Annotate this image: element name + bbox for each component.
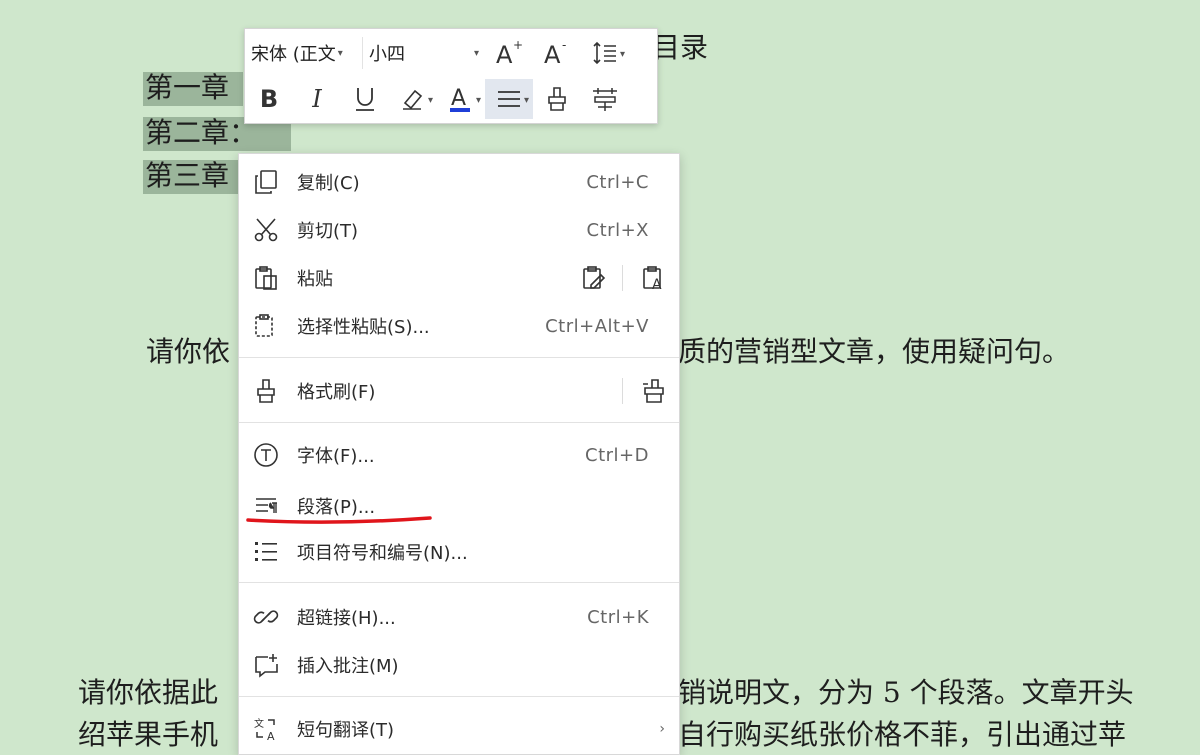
link-icon <box>251 602 281 632</box>
menu-item-cut[interactable]: 剪切(T) Ctrl+X <box>239 207 679 253</box>
font-icon <box>251 440 281 470</box>
font-size-select[interactable]: 小四 ▾ <box>363 37 485 69</box>
menu-item-shortcut: Ctrl+Alt+V <box>545 315 649 337</box>
line-spacing-button[interactable]: ▾ <box>581 33 629 73</box>
svg-text:A: A <box>451 86 466 111</box>
chapter-line-3: 第三章 <box>143 160 243 194</box>
menu-item-label: 超链接(H)... <box>297 608 396 629</box>
menu-separator <box>239 582 679 583</box>
align-justify-icon <box>498 91 520 107</box>
comment-icon <box>251 650 281 680</box>
menu-item-label: 插入批注(M) <box>297 656 399 677</box>
svg-text:+: + <box>513 39 523 52</box>
paste-icon <box>251 263 281 293</box>
font-name-value: 宋体 (正文 <box>251 44 336 65</box>
menu-item-insert-comment[interactable]: 插入批注(M) <box>239 642 679 688</box>
font-color-icon: A <box>450 86 470 112</box>
increase-font-button[interactable]: A + <box>485 33 533 73</box>
menu-item-label: 短句翻译(T) <box>297 720 395 741</box>
menu-item-label: 字体(F)... <box>297 446 375 467</box>
menu-item-shortcut: Ctrl+D <box>585 444 649 466</box>
menu-item-shortcut: Ctrl+K <box>587 606 649 628</box>
menu-item-format-painter[interactable]: 格式刷(F) <box>239 368 679 414</box>
format-painter-icon <box>548 87 566 111</box>
font-name-select[interactable]: 宋体 (正文 ▾ <box>251 37 363 69</box>
menu-item-label: 格式刷(F) <box>297 382 376 403</box>
paste-special-icon <box>251 311 281 341</box>
svg-text:A: A <box>652 277 662 291</box>
mini-format-toolbar: 宋体 (正文 ▾ 小四 ▾ A + A- ▾ B I ▾ A ▾ ▾ <box>244 28 658 124</box>
context-menu: 复制(C) Ctrl+C 剪切(T) Ctrl+X 粘贴 A 选择性粘贴(S).… <box>238 153 680 755</box>
decrease-font-icon: A- <box>544 39 566 67</box>
chevron-down-icon: ▾ <box>523 95 529 106</box>
paragraph-2-start: 请你依据此 <box>78 676 219 709</box>
format-brush-icon <box>251 376 281 406</box>
red-annotation-underline <box>246 516 432 524</box>
menu-separator <box>239 696 679 697</box>
paragraph-3-end: 自行购买纸张价格不菲，引出通过苹 <box>678 718 1127 751</box>
font-color-button[interactable]: A ▾ <box>437 79 485 119</box>
chevron-down-icon: ▾ <box>619 49 625 60</box>
align-button[interactable]: ▾ <box>485 79 533 119</box>
increase-font-icon: A + <box>496 39 523 67</box>
bold-button[interactable]: B <box>245 79 293 119</box>
highlight-icon <box>403 89 423 110</box>
menu-item-shortcut: Ctrl+X <box>586 219 649 241</box>
format-painter-button[interactable] <box>533 79 581 119</box>
phonetic-guide-icon <box>593 88 617 111</box>
paste-text-only-icon[interactable]: A <box>638 262 670 294</box>
menu-item-label: 项目符号和编号(N)... <box>297 543 468 564</box>
svg-text:A: A <box>496 41 513 67</box>
svg-text:-: - <box>562 39 566 52</box>
menu-item-font[interactable]: 字体(F)... Ctrl+D <box>239 432 679 478</box>
menu-item-paste-special[interactable]: 选择性粘贴(S)... Ctrl+Alt+V <box>239 303 679 349</box>
paragraph-1-end: 质的营销型文章，使用疑问句。 <box>678 335 1071 368</box>
underline-icon <box>356 88 374 111</box>
menu-vertical-separator <box>622 378 623 404</box>
paragraph-1-start: 请你依 <box>146 335 231 368</box>
menu-item-shortcut: Ctrl+C <box>586 171 649 193</box>
menu-item-label: 选择性粘贴(S)... <box>297 317 430 338</box>
menu-item-label: 粘贴 <box>297 269 333 290</box>
italic-icon: I <box>312 85 322 113</box>
svg-text:A: A <box>267 730 275 742</box>
chevron-down-icon: ▾ <box>475 95 481 106</box>
chevron-down-icon: ▾ <box>473 47 479 59</box>
highlight-button[interactable]: ▾ <box>389 79 437 119</box>
underline-button[interactable] <box>341 79 389 119</box>
menu-item-paste[interactable]: 粘贴 A <box>239 255 679 301</box>
bullet-list-icon <box>251 537 281 567</box>
svg-text:A: A <box>544 41 561 67</box>
decrease-font-button[interactable]: A- <box>533 33 581 73</box>
paragraph-2-end: 销说明文，分为 5 个段落。文章开头 <box>678 676 1134 709</box>
paragraph-3-start: 绍苹果手机 <box>78 718 219 751</box>
menu-item-translate[interactable]: 文A 短句翻译(T) › <box>239 706 679 752</box>
svg-text:文: 文 <box>254 717 264 730</box>
font-size-value: 小四 <box>369 44 405 65</box>
italic-button[interactable]: I <box>293 79 341 119</box>
copy-icon <box>251 167 281 197</box>
chapter-line-1: 第一章 <box>143 72 243 106</box>
chevron-down-icon: ▾ <box>427 95 433 106</box>
chevron-right-icon: › <box>659 721 665 737</box>
document-heading: 目录 <box>652 31 709 64</box>
menu-separator <box>239 357 679 358</box>
menu-item-copy[interactable]: 复制(C) Ctrl+C <box>239 159 679 205</box>
menu-item-bullets-numbering[interactable]: 项目符号和编号(N)... <box>239 529 679 575</box>
bold-icon: B <box>259 85 279 113</box>
cut-icon <box>251 215 281 245</box>
menu-vertical-separator <box>622 265 623 291</box>
paste-keep-format-icon[interactable] <box>578 262 610 294</box>
menu-separator <box>239 422 679 423</box>
format-brush-continuous-icon[interactable] <box>638 375 670 407</box>
phonetic-guide-button[interactable] <box>581 79 629 119</box>
menu-item-label: 剪切(T) <box>297 221 359 242</box>
line-spacing-icon <box>593 41 616 65</box>
translate-icon: 文A <box>251 714 281 744</box>
menu-item-label: 复制(C) <box>297 173 360 194</box>
chevron-down-icon: ▾ <box>337 47 343 59</box>
menu-item-hyperlink[interactable]: 超链接(H)... Ctrl+K <box>239 594 679 640</box>
